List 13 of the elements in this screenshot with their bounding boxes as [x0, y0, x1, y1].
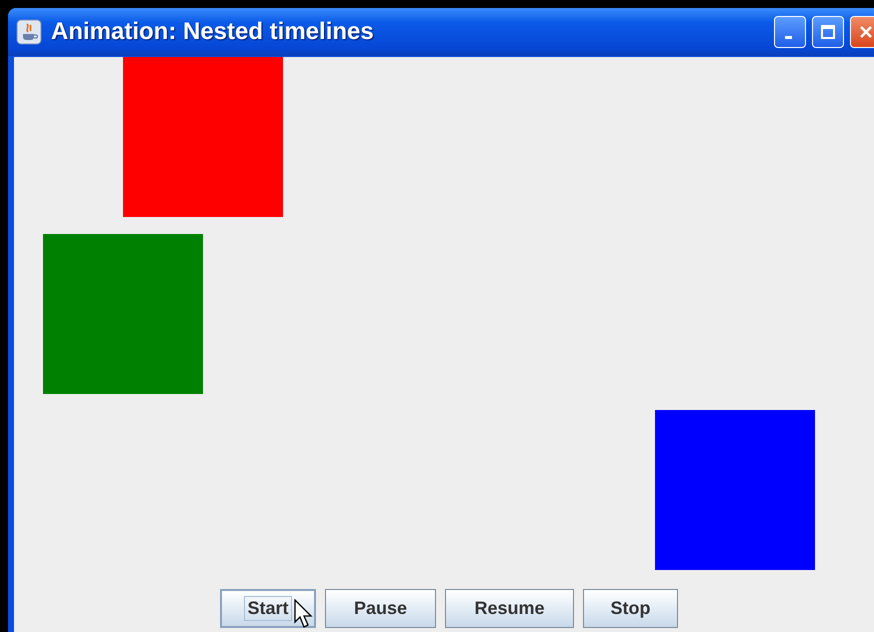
maximize-button[interactable]	[812, 16, 844, 48]
window-title: Animation: Nested timelines	[51, 18, 374, 46]
close-icon	[858, 24, 874, 40]
coffee-cup-icon	[16, 19, 42, 45]
close-button[interactable]	[850, 16, 874, 48]
push-button[interactable]: Start	[220, 589, 316, 628]
push-button[interactable]: Pause	[325, 589, 436, 628]
push-button[interactable]: Resume	[445, 589, 574, 628]
push-button[interactable]: Stop	[583, 589, 678, 628]
maximize-icon	[820, 24, 836, 40]
minimize-icon	[784, 36, 792, 38]
mouse-pointer-icon	[294, 599, 314, 631]
minimize-button[interactable]	[774, 16, 806, 48]
